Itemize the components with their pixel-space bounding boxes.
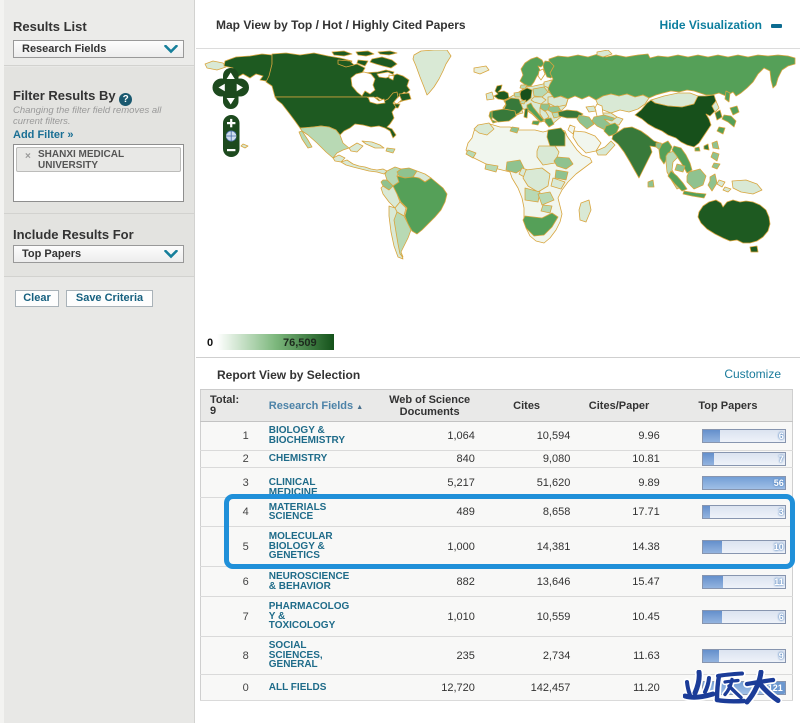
svg-text:76,509: 76,509: [283, 337, 317, 349]
svg-text:0: 0: [207, 337, 213, 349]
